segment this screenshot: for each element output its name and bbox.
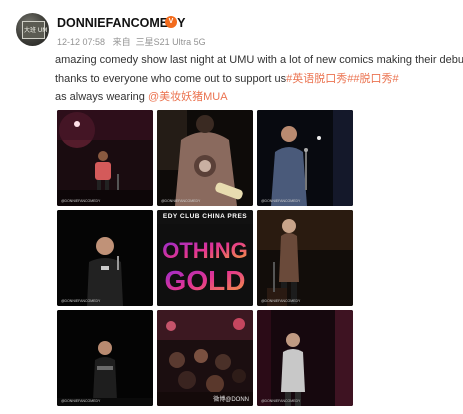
- source-prefix: 来自: [112, 37, 131, 47]
- poster-banner: EDY CLUB CHINA PRES: [162, 213, 248, 220]
- photo-5[interactable]: OTHING GOLD EDY CLUB CHINA PRES: [157, 210, 253, 306]
- photo-2-image: [157, 110, 253, 206]
- photo-3-watermark: @DONNIEFANCOMEDY: [261, 199, 301, 203]
- post-line-3-text: as always wearing: [55, 91, 148, 103]
- photo-7[interactable]: @DONNIEFANCOMEDY: [57, 310, 153, 406]
- photo-3[interactable]: @DONNIEFANCOMEDY: [257, 110, 353, 206]
- post-text: amazing comedy show last night at UMU wi…: [55, 51, 463, 107]
- poster-text-top: OTHING: [162, 238, 248, 263]
- photo-7-image: [57, 310, 153, 406]
- photo-8-image: [157, 310, 253, 406]
- photo-4-watermark: @DONNIEFANCOMEDY: [61, 299, 101, 303]
- photo-1[interactable]: @DONNIEFANCOMEDY: [57, 110, 153, 206]
- photo-2[interactable]: @DONNIEFANCOMEDY: [157, 110, 253, 206]
- post-line-3: as always wearing @美妆妖猪MUA: [55, 88, 455, 107]
- photo-4[interactable]: @DONNIEFANCOMEDY: [57, 210, 153, 306]
- hashtag-standup[interactable]: #脱口秀#: [353, 73, 398, 85]
- post-line-1: amazing comedy show last night at UMU wi…: [55, 54, 463, 66]
- photo-9-image: [257, 310, 353, 406]
- device-source: 三星S21 Ultra 5G: [135, 37, 206, 47]
- photo-2-watermark: @DONNIEFANCOMEDY: [161, 199, 201, 203]
- photo-8[interactable]: 微博@DONN: [157, 310, 253, 406]
- mention-link[interactable]: @美妆妖猪MUA: [148, 91, 228, 103]
- poster-text-bottom: GOLD: [165, 265, 246, 296]
- photo-7-watermark: @DONNIEFANCOMEDY: [61, 399, 101, 403]
- photo-9[interactable]: @DONNIEFANCOMEDY: [257, 310, 353, 406]
- photo-6-image: [257, 210, 353, 306]
- photo-8-watermark: 微博@DONN: [213, 397, 249, 403]
- photo-grid: @DONNIEFANCOMEDY @DONNIEFANCOMEDY @DONNI…: [57, 110, 353, 408]
- author-avatar[interactable]: 大班 UM: [16, 13, 49, 46]
- photo-5-image: OTHING GOLD: [157, 210, 253, 306]
- post-timestamp[interactable]: 12-12 07:58: [57, 37, 105, 47]
- hashtag-english-standup[interactable]: #英语脱口秀#: [286, 73, 353, 85]
- avatar-sign-text: 大班 UM: [24, 27, 48, 34]
- photo-1-watermark: @DONNIEFANCOMEDY: [61, 199, 101, 203]
- photo-3-image: [257, 110, 353, 206]
- post-line-2-text: thanks to everyone who come out to suppo…: [55, 72, 287, 85]
- vip-icon: V: [165, 16, 177, 28]
- photo-9-watermark: @DONNIEFANCOMEDY: [261, 399, 301, 403]
- photo-1-image: [57, 110, 153, 206]
- avatar-sign: 大班 UM: [22, 21, 48, 39]
- post-meta: 12-12 07:58 来自 三星S21 Ultra 5G: [57, 35, 211, 48]
- photo-4-image: [57, 210, 153, 306]
- photo-6-watermark: @DONNIEFANCOMEDY: [261, 299, 301, 303]
- photo-6[interactable]: @DONNIEFANCOMEDY: [257, 210, 353, 306]
- post-line-2: thanks to everyone who come out to suppo…: [55, 70, 455, 89]
